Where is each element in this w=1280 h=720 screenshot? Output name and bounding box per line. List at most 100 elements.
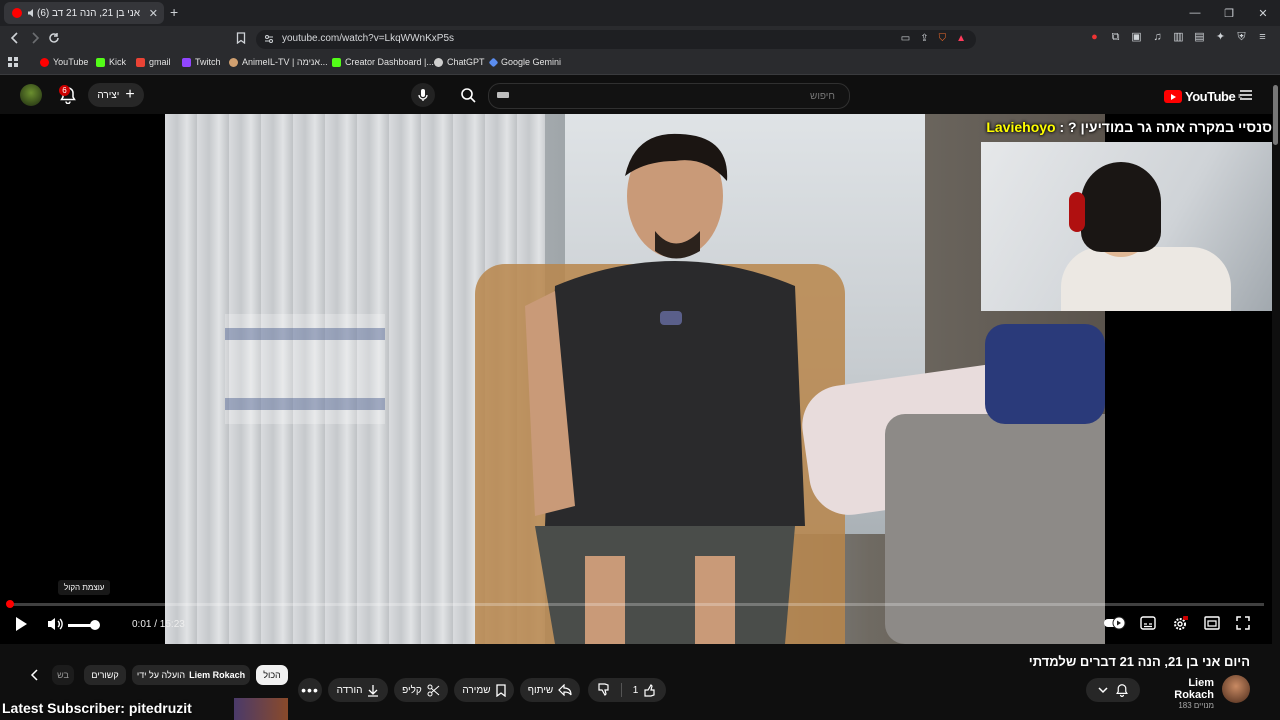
- time-display: 0:01 / 15:23: [132, 619, 185, 630]
- volume-slider-knob[interactable]: [90, 620, 100, 630]
- close-window-icon[interactable]: ✕: [1246, 7, 1280, 20]
- minimize-icon[interactable]: —: [1178, 7, 1212, 19]
- subscriber-count: 183 מנויים: [1178, 701, 1214, 710]
- streamer-webcam: [981, 142, 1280, 311]
- bag-image: [985, 324, 1105, 424]
- guide-menu-icon[interactable]: [1239, 89, 1253, 101]
- dislike-button[interactable]: [597, 683, 622, 697]
- notification-count-badge: 6: [59, 85, 70, 96]
- browser-tab[interactable]: (6) היום אני בן 21, הנה 21 דב ✕: [4, 2, 164, 24]
- create-button[interactable]: יצירה +: [88, 83, 144, 107]
- page-scrollbar[interactable]: [1272, 75, 1280, 720]
- new-tab-icon[interactable]: +: [170, 4, 178, 20]
- url-bar[interactable]: youtube.com/watch?v=LkqWWnKxP5s ▭ ⇪ ⛉ ▲: [256, 30, 976, 49]
- related-video-thumbnail[interactable]: [234, 698, 288, 720]
- menu-icon[interactable]: ≡: [1256, 31, 1269, 44]
- microphone-icon: [418, 88, 428, 102]
- share-page-icon[interactable]: ⇪: [920, 33, 928, 44]
- bookmark-youtube[interactable]: YouTube: [40, 57, 88, 67]
- bookmark-animeil[interactable]: AnimeIL-TV | אנימה...: [229, 57, 328, 67]
- cast-icon[interactable]: ▭: [901, 33, 910, 44]
- bookmark-twitch[interactable]: Twitch: [182, 57, 221, 67]
- wallet-icon[interactable]: ▤: [1193, 31, 1206, 44]
- autoplay-toggle[interactable]: [1104, 616, 1126, 630]
- share-label: שיתוף: [527, 684, 554, 696]
- ai-star-icon[interactable]: ✦: [1214, 31, 1227, 44]
- plus-icon: +: [125, 86, 135, 103]
- user-avatar[interactable]: [20, 84, 42, 106]
- subscription-button[interactable]: [1086, 678, 1140, 702]
- fullscreen-icon[interactable]: [1236, 616, 1250, 630]
- video-player[interactable]: סנסיי במקרה אתה גר במודיעין ? : Laviehoy…: [0, 114, 1280, 644]
- vpn-shield-icon[interactable]: ⛨: [1235, 31, 1248, 44]
- share-button[interactable]: שיתוף: [520, 678, 580, 702]
- search-box: [488, 83, 850, 109]
- save-label: שמירה: [462, 684, 491, 696]
- more-actions-button[interactable]: •••: [298, 678, 322, 702]
- bookmark-chatgpt[interactable]: ChatGPT: [434, 57, 485, 67]
- clip-button[interactable]: קליפ: [394, 678, 448, 702]
- bookmark-gemini[interactable]: Google Gemini: [488, 57, 561, 67]
- more-horizontal-icon: •••: [301, 682, 319, 698]
- chevron-left-icon[interactable]: [30, 669, 40, 681]
- bookmark-gmail[interactable]: gmail: [136, 57, 171, 67]
- channel-avatar[interactable]: [1222, 675, 1250, 703]
- subtitles-icon[interactable]: [1140, 616, 1156, 630]
- reload-icon[interactable]: [48, 32, 60, 44]
- keyboard-icon[interactable]: [497, 92, 509, 98]
- url-actions: ▭ ⇪ ⛉ ▲: [901, 33, 966, 44]
- overlay-username: Laviehoyo: [986, 119, 1056, 135]
- youtube-play-icon: [1164, 90, 1182, 103]
- bookmark-page-icon[interactable]: [236, 32, 246, 44]
- restore-icon[interactable]: ❐: [1212, 7, 1246, 20]
- voice-search-button[interactable]: [411, 83, 435, 107]
- scrollbar-thumb[interactable]: [1273, 85, 1278, 145]
- search-button[interactable]: [448, 83, 488, 107]
- channel-name[interactable]: Liem Rokach: [1150, 677, 1214, 701]
- url-text: youtube.com/watch?v=LkqWWnKxP5s: [282, 33, 455, 44]
- save-button[interactable]: שמירה: [454, 678, 514, 702]
- forward-icon[interactable]: [30, 32, 40, 44]
- bookmark-kick[interactable]: Kick: [96, 57, 126, 67]
- brave-rewards-icon[interactable]: ▲: [956, 33, 966, 44]
- progress-bar[interactable]: [6, 600, 1264, 608]
- brave-shield-icon[interactable]: ⛉: [939, 33, 947, 44]
- sidebar-icon[interactable]: ▥: [1172, 31, 1185, 44]
- speaker-icon[interactable]: [27, 8, 37, 18]
- kick-icon: [332, 57, 341, 67]
- download-button[interactable]: הורדה: [328, 678, 388, 702]
- clip-label: קליפ: [402, 684, 422, 696]
- music-icon[interactable]: ♫: [1151, 31, 1164, 44]
- extensions-puzzle-icon[interactable]: ⧉: [1109, 31, 1122, 44]
- close-tab-icon[interactable]: ✕: [149, 7, 158, 20]
- back-icon[interactable]: [10, 32, 20, 44]
- youtube-favicon-icon: [12, 8, 22, 18]
- chip-all[interactable]: הכול: [256, 665, 288, 685]
- extension-record-icon[interactable]: ●: [1088, 31, 1101, 44]
- youtube-logo[interactable]: YouTube IL: [1164, 89, 1242, 104]
- video-title: היום אני בן 21, הנה 21 דברים שלמדתי: [1028, 654, 1250, 669]
- apps-grid-icon[interactable]: [8, 57, 18, 67]
- settings-gear-icon[interactable]: [1172, 616, 1188, 632]
- flag-image: [225, 314, 385, 424]
- window-controls: — ❐ ✕: [1178, 0, 1280, 26]
- chip-related[interactable]: קשורים: [84, 665, 126, 685]
- like-button[interactable]: [643, 683, 657, 697]
- extension-box-icon[interactable]: ▣: [1130, 31, 1143, 44]
- chip-uploaded-by[interactable]: הועלה על ידי Liem Rokach: [132, 665, 250, 685]
- chevron-down-icon: [1098, 686, 1108, 694]
- search-input[interactable]: [503, 84, 837, 108]
- progress-scrubber[interactable]: [6, 600, 14, 608]
- chip-more[interactable]: בש: [52, 665, 74, 685]
- extension-icons: ● ⧉ ▣ ♫ ▥ ▤ ✦ ⛨ ≡: [1088, 31, 1269, 44]
- video-frame: [165, 114, 1105, 644]
- bookmark-creator-dashboard[interactable]: Creator Dashboard |...: [332, 57, 434, 67]
- site-info-icon[interactable]: [264, 34, 274, 44]
- miniplayer-icon[interactable]: [1204, 616, 1220, 630]
- like-count: 1: [632, 684, 639, 696]
- overlay-message: סנסיי במקרה אתה גר במודיעין ? :: [1059, 119, 1272, 135]
- volume-icon[interactable]: [46, 616, 64, 632]
- play-button[interactable]: [14, 616, 28, 632]
- youtube-icon: [40, 57, 49, 67]
- bookmarks-bar: YouTube Kick gmail Twitch AnimeIL-TV | א…: [0, 52, 1280, 75]
